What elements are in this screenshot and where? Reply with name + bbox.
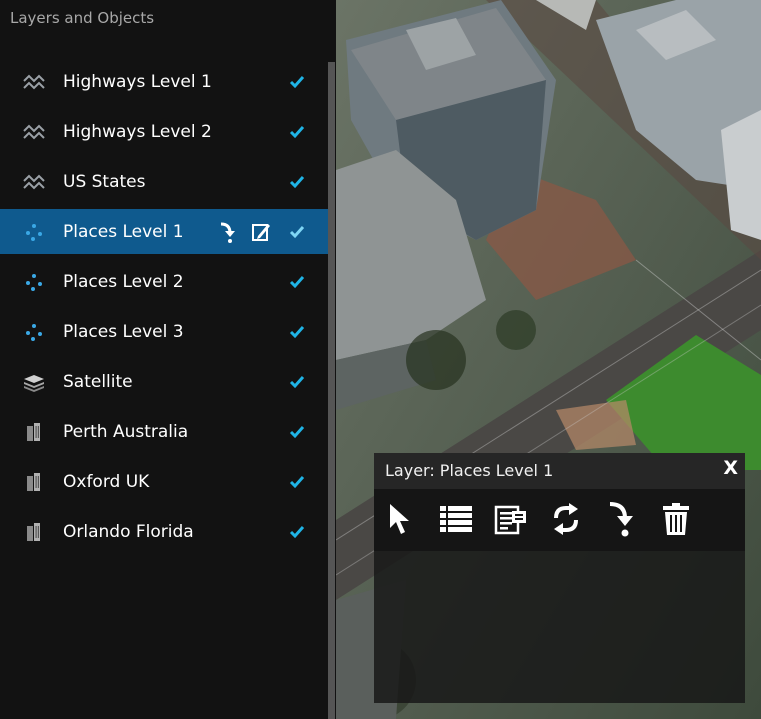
- point-layer-icon: [22, 320, 46, 344]
- popup-content: [374, 552, 745, 703]
- table-icon: [440, 506, 472, 532]
- layer-item-us-states[interactable]: US States: [0, 157, 328, 207]
- polyline-layer-icon: [22, 120, 46, 144]
- layer-label: Highways Level 1: [63, 72, 212, 92]
- point-layer-icon: [22, 220, 46, 244]
- buildings-layer-icon: [22, 520, 46, 544]
- polyline-layer-icon: [22, 70, 46, 94]
- layer-label: Highways Level 2: [63, 122, 212, 142]
- layer-label: Orlando Florida: [63, 522, 194, 542]
- layers-panel: Layers and Objects Highways Level 1 High…: [0, 0, 336, 719]
- polyline-layer-icon: [22, 170, 46, 194]
- layer-item-highways-level-1[interactable]: Highways Level 1: [0, 57, 328, 107]
- attribute-table-button[interactable]: [436, 497, 476, 541]
- fly-to-icon[interactable]: [216, 221, 238, 243]
- pointer-icon: [390, 504, 409, 534]
- visibility-check-icon[interactable]: [287, 372, 307, 392]
- layer-label: Places Level 2: [63, 272, 184, 292]
- layer-label: Places Level 1: [63, 221, 184, 242]
- layer-item-oxford-uk[interactable]: Oxford UK: [0, 457, 328, 507]
- layer-item-satellite[interactable]: Satellite: [0, 357, 328, 407]
- panel-scrollbar[interactable]: [328, 62, 335, 719]
- visibility-check-icon[interactable]: [287, 322, 307, 342]
- layer-label: US States: [63, 172, 146, 192]
- layer-item-perth-australia[interactable]: Perth Australia: [0, 407, 328, 457]
- trash-icon: [663, 503, 689, 535]
- buildings-layer-icon: [22, 420, 46, 444]
- popup-toolbar: [374, 489, 745, 551]
- layer-item-highways-level-2[interactable]: Highways Level 2: [0, 107, 328, 157]
- layer-label: Satellite: [63, 372, 133, 392]
- visibility-check-icon[interactable]: [287, 172, 307, 192]
- panel-title: Layers and Objects: [10, 9, 155, 27]
- visibility-check-icon[interactable]: [287, 472, 307, 492]
- properties-icon: [494, 505, 526, 535]
- delete-button[interactable]: [656, 497, 696, 541]
- edit-icon[interactable]: [250, 221, 272, 243]
- visibility-check-icon[interactable]: [287, 522, 307, 542]
- visibility-check-icon[interactable]: [287, 122, 307, 142]
- fly-to-icon: [609, 502, 633, 537]
- refresh-button[interactable]: [546, 497, 586, 541]
- visibility-check-icon[interactable]: [287, 272, 307, 292]
- layer-item-places-level-2[interactable]: Places Level 2: [0, 257, 328, 307]
- layer-item-places-level-3[interactable]: Places Level 3: [0, 307, 328, 357]
- fly-to-button[interactable]: [602, 497, 642, 541]
- properties-button[interactable]: [491, 497, 531, 541]
- imagery-layer-icon: [22, 370, 46, 394]
- visibility-check-icon[interactable]: [287, 222, 307, 242]
- layer-item-places-level-1[interactable]: Places Level 1: [0, 209, 328, 254]
- visibility-check-icon[interactable]: [287, 422, 307, 442]
- layer-label: Oxford UK: [63, 472, 150, 492]
- layer-list: Highways Level 1 Highways Level 2 US Sta…: [0, 57, 328, 557]
- point-layer-icon: [22, 270, 46, 294]
- layer-label: Perth Australia: [63, 422, 189, 442]
- select-tool-button[interactable]: [380, 497, 420, 541]
- layer-item-orlando-florida[interactable]: Orlando Florida: [0, 507, 328, 557]
- popup-header[interactable]: Layer: Places Level 1 X: [374, 453, 745, 489]
- layer-label: Places Level 3: [63, 322, 184, 342]
- close-button[interactable]: X: [723, 457, 738, 479]
- buildings-layer-icon: [22, 470, 46, 494]
- layer-popup: Layer: Places Level 1 X: [374, 453, 745, 703]
- popup-title: Layer: Places Level 1: [385, 461, 554, 480]
- visibility-check-icon[interactable]: [287, 72, 307, 92]
- refresh-icon: [554, 503, 578, 535]
